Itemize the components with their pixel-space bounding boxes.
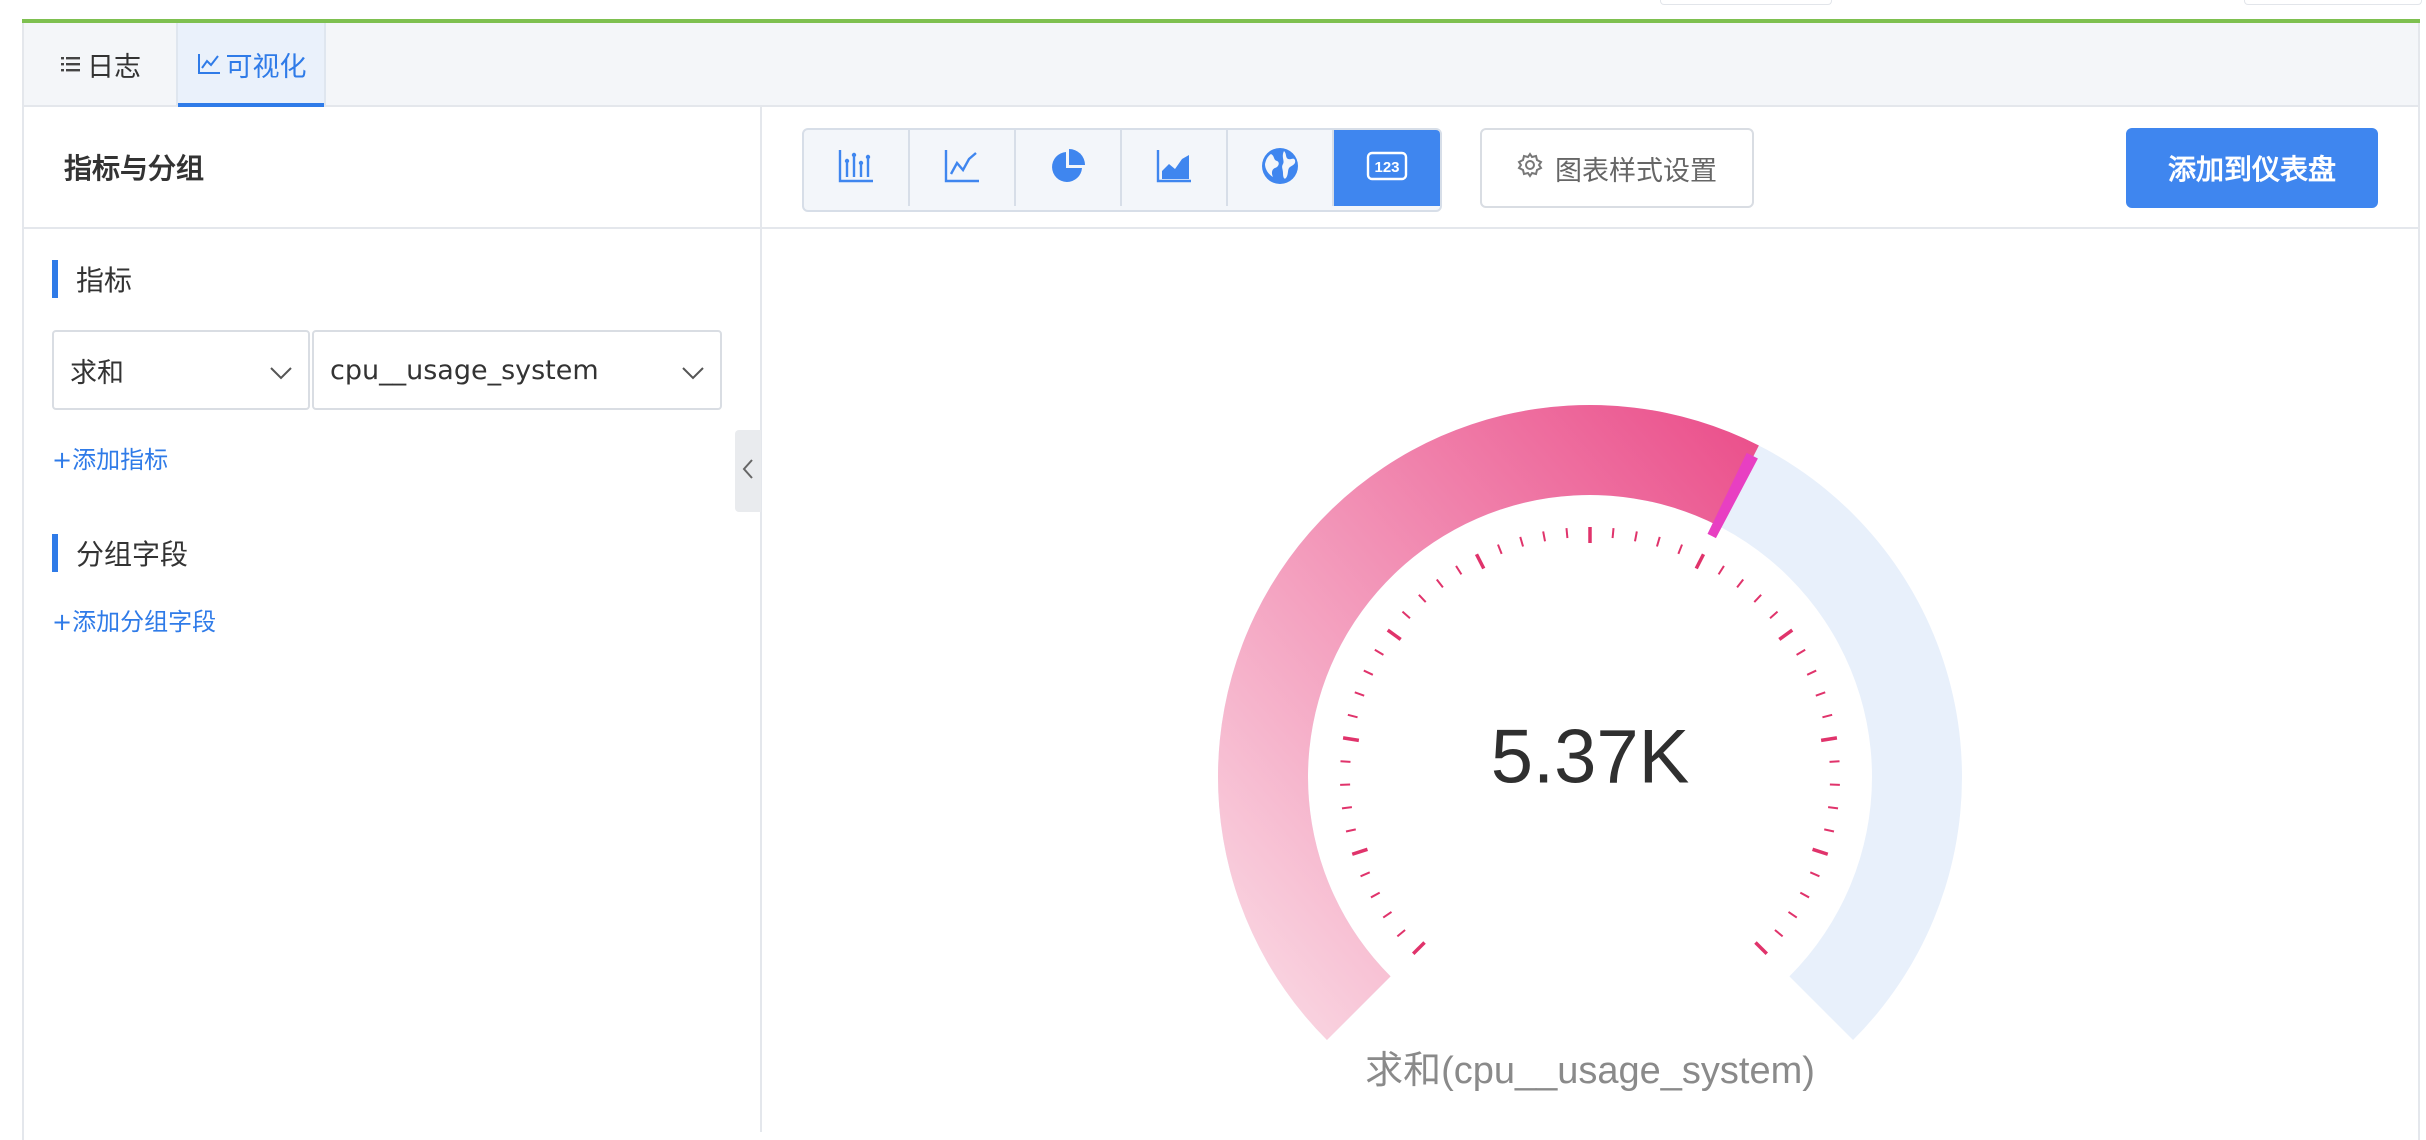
add-to-dashboard-button[interactable]: 添加到仪表盘 xyxy=(2126,128,2378,208)
gauge-tick xyxy=(1364,671,1373,675)
gauge-tick xyxy=(1754,595,1761,602)
chart-style-settings-label: 图表样式设置 xyxy=(1555,149,1717,188)
metrics-section-title: 指标 xyxy=(52,259,132,299)
gauge-tick xyxy=(1635,531,1637,541)
gauge-tick xyxy=(1770,612,1778,619)
gauge-tick xyxy=(1419,595,1426,602)
chart-style-settings-button[interactable]: 图表样式设置 xyxy=(1480,128,1754,208)
aggregation-select[interactable]: 求和 xyxy=(52,330,310,410)
metric-field-select[interactable]: cpu__usage_system xyxy=(312,330,722,410)
gauge-tick xyxy=(1810,872,1819,876)
add-group-field-link[interactable]: +添加分组字段 xyxy=(52,602,216,637)
section-marker xyxy=(52,534,58,572)
metrics-sidebar: 指标与分组 指标 求和 cpu__usage_system +添加指标 分组字段… xyxy=(24,107,762,1132)
gauge-value: 5.37K xyxy=(762,714,2418,801)
gauge-tick xyxy=(1375,650,1384,655)
gauge-tick xyxy=(1498,545,1502,554)
gauge-tick xyxy=(1383,912,1391,918)
svg-text:123: 123 xyxy=(1374,159,1399,176)
list-icon xyxy=(59,52,83,76)
gauge-tick xyxy=(1779,630,1792,639)
gauge-tick xyxy=(1737,579,1743,587)
gauge-tick xyxy=(1696,554,1703,568)
gauge-graphic xyxy=(762,229,2418,1132)
gauge-label: 求和(cpu__usage_system) xyxy=(762,1039,2418,1094)
chart-type-map-button[interactable] xyxy=(1228,130,1334,206)
gauge-tick xyxy=(1402,612,1410,619)
tab-visualization-label: 可视化 xyxy=(226,45,307,84)
chevron-left-icon xyxy=(740,457,756,485)
collapse-sidebar-handle[interactable] xyxy=(735,430,761,512)
chart-type-number-button[interactable]: 123 xyxy=(1334,130,1440,206)
gauge-tick xyxy=(1352,849,1367,854)
gauge-tick xyxy=(1678,545,1682,554)
tab-visualization[interactable]: 可视化 xyxy=(176,23,326,105)
gauge-tick xyxy=(1800,893,1809,898)
chevron-down-icon xyxy=(268,359,294,392)
gauge-tick xyxy=(1361,872,1370,876)
metrics-section-label: 指标 xyxy=(76,259,132,299)
sidebar-title: 指标与分组 xyxy=(24,107,760,229)
gauge-tick xyxy=(1755,942,1766,953)
aggregation-select-value: 求和 xyxy=(70,351,124,390)
chart-type-selector: 123 xyxy=(802,128,1442,212)
gauge-tick xyxy=(1543,531,1545,541)
add-metric-link[interactable]: +添加指标 xyxy=(52,440,168,475)
bar-chart-icon xyxy=(837,147,875,189)
gauge-tick xyxy=(1797,650,1806,655)
chart-type-area-button[interactable] xyxy=(1122,130,1228,206)
pie-chart-icon xyxy=(1048,146,1088,190)
gauge-tick xyxy=(1613,528,1614,538)
chart-type-pie-button[interactable] xyxy=(1016,130,1122,206)
group-section-label: 分组字段 xyxy=(76,533,188,573)
gauge-tick xyxy=(1788,912,1796,918)
gauge-tick xyxy=(1456,566,1461,574)
section-marker xyxy=(52,260,58,298)
window-top-strip xyxy=(0,0,2426,20)
top-overflow-controls xyxy=(2244,0,2422,5)
line-chart-icon xyxy=(196,51,222,77)
gauge-tick xyxy=(1371,893,1380,898)
gauge-tick xyxy=(1824,829,1834,831)
gauge-tick xyxy=(1719,566,1724,574)
gauge-chart: 5.37K 求和(cpu__usage_system) xyxy=(762,229,2418,1132)
area-chart-icon xyxy=(1155,147,1193,189)
gauge-tick xyxy=(1413,942,1424,953)
globe-icon xyxy=(1259,145,1301,191)
gauge-tick xyxy=(1346,829,1356,831)
gauge-tick xyxy=(1355,692,1364,695)
gear-icon xyxy=(1517,152,1543,185)
tab-logs-label: 日志 xyxy=(87,45,141,84)
line-chart-icon xyxy=(943,147,981,189)
number-123-icon: 123 xyxy=(1366,151,1408,185)
metric-field-select-value: cpu__usage_system xyxy=(330,355,599,386)
gauge-tick xyxy=(1816,692,1825,695)
top-overflow-element xyxy=(1660,0,1832,5)
gauge-tick xyxy=(1477,554,1484,568)
gauge-tick xyxy=(1437,579,1443,587)
chart-toolbar: 123 图表样式设置 添加到仪表盘 xyxy=(762,107,2418,229)
gauge-tick xyxy=(1813,849,1828,854)
tab-bar: 日志 可视化 xyxy=(24,23,2418,107)
tab-logs[interactable]: 日志 xyxy=(24,23,176,105)
gauge-tick xyxy=(1342,807,1352,808)
gauge-tick xyxy=(1566,528,1567,538)
gauge-tick xyxy=(1388,630,1401,639)
chart-type-bar-button[interactable] xyxy=(804,130,910,206)
gauge-tick xyxy=(1775,930,1783,936)
gauge-tick xyxy=(1828,807,1838,808)
gauge-tick xyxy=(1397,930,1405,936)
gauge-tick xyxy=(1807,671,1816,675)
chevron-down-icon xyxy=(680,359,706,392)
group-section-title: 分组字段 xyxy=(52,533,188,573)
gauge-tick xyxy=(1520,537,1523,547)
gauge-tick xyxy=(1657,537,1660,547)
chart-type-line-button[interactable] xyxy=(910,130,1016,206)
